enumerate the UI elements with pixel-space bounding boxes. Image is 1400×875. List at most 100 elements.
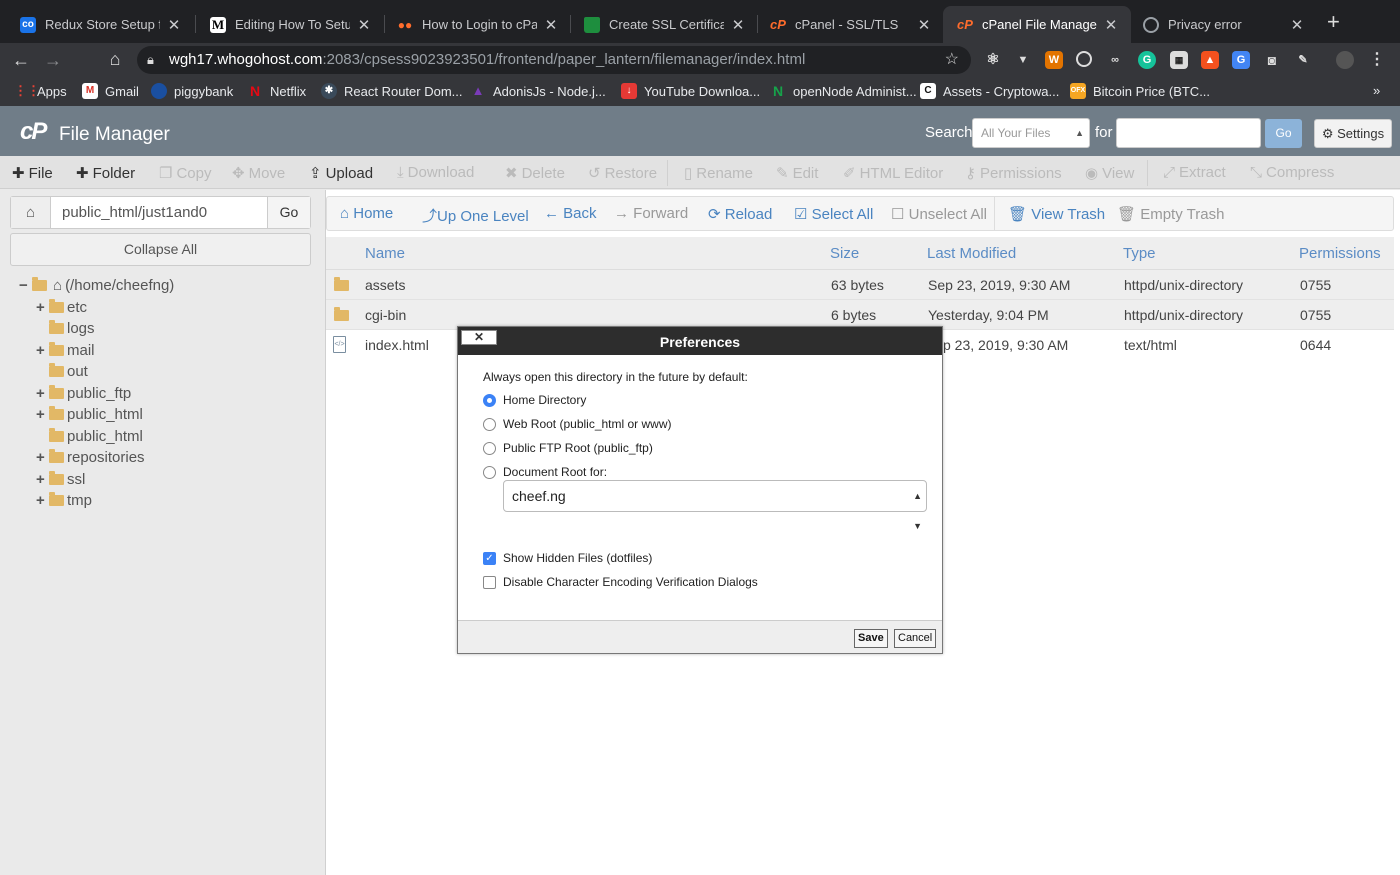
view-trash-button[interactable]: 🗑︎ View Trash [1008,205,1105,223]
close-icon[interactable]: ✕ [166,16,182,34]
star-icon[interactable]: ☆ [945,46,959,74]
settings-button[interactable]: ⚙ Settings [1314,119,1392,148]
tab-privacy-error[interactable]: Privacy error ✕ [1129,6,1317,43]
lighthouse-icon[interactable]: ▲ [1201,51,1219,69]
close-icon[interactable]: ✕ [1289,16,1305,34]
bookmark-piggybank[interactable]: piggybank [151,83,233,99]
unselect-all-button[interactable]: ☐ Unselect All [891,205,987,223]
glasses-icon[interactable]: ∞ [1106,51,1124,69]
tab-file-manager[interactable]: cP cPanel File Manager v3 ✕ [943,6,1131,43]
radio-home-directory[interactable]: Home Directory [483,393,586,407]
tree-item-public-ftp[interactable]: + public_ftp [36,385,131,402]
tree-item-logs[interactable]: logs [36,320,95,337]
new-tab-icon[interactable]: + [1327,11,1340,33]
bookmark-bitcoin-price[interactable]: OFX Bitcoin Price (BTC... [1070,83,1210,99]
plus-icon[interactable]: + [36,449,48,466]
tab-cpanel-ssl[interactable]: cP cPanel - SSL/TLS ✕ [756,6,944,43]
close-icon[interactable]: ✕ [543,16,559,34]
bookmark-opennode[interactable]: NopenNode Administ... [770,83,917,99]
vue-devtools-icon[interactable]: ▼ [1014,51,1032,69]
table-row[interactable]: assets 63 bytes Sep 23, 2019, 9:30 AM ht… [326,270,1394,300]
tree-item-public-html-link[interactable]: public_html [36,428,143,445]
tree-item-tmp[interactable]: + tmp [36,492,92,509]
plus-icon[interactable]: + [36,406,48,423]
tab-ssl-certificate[interactable]: Create SSL Certificate ✕ [570,6,758,43]
tree-item-repositories[interactable]: + repositories [36,449,145,466]
wappalyzer-icon[interactable]: W [1045,51,1063,69]
move-button[interactable]: ✥ Move [232,164,285,182]
bookmark-react-router[interactable]: ✱ React Router Dom... [321,83,463,99]
delete-button[interactable]: ✖ Delete [505,164,565,182]
plus-icon[interactable]: + [36,299,48,316]
camera-icon[interactable]: ◙ [1263,51,1281,69]
bookmarks-overflow[interactable]: » [1373,83,1380,98]
select-all-button[interactable]: ☑ Select All [794,205,873,223]
home-icon[interactable]: ⌂ [102,46,128,72]
tab-redux[interactable]: co Redux Store Setup for ✕ [6,6,194,43]
bookmark-adonisjs[interactable]: ▲ AdonisJs - Node.j... [470,83,606,99]
bookmark-youtube-downloader[interactable]: ↓ YouTube Downloa... [621,83,760,99]
bookmark-apps[interactable]: ⋮⋮ Apps [14,83,67,99]
nav-back-button[interactable]: ← Back [544,205,597,222]
tree-item-ssl[interactable]: + ssl [36,471,85,488]
search-scope-select[interactable]: All Your Files▲▼ [972,118,1090,166]
avatar[interactable] [1336,51,1354,69]
close-icon[interactable]: ✕ [1103,16,1119,34]
column-type[interactable]: Type [1123,245,1156,262]
copy-button[interactable]: ❐ Copy [159,164,211,182]
radio-button[interactable] [483,417,496,431]
bookmark-cryptowatch[interactable]: C Assets - Cryptowa... [920,83,1059,99]
edit-button[interactable]: ✎ Edit [776,164,818,182]
new-file-button[interactable]: ✚ File [12,164,53,182]
rename-button[interactable]: ▯ Rename [684,164,753,182]
reload-button[interactable]: ⟳ Reload [708,205,772,223]
compress-button[interactable]: ⤡ Compress [1250,164,1334,181]
checkbox-unchecked[interactable] [483,575,496,589]
empty-trash-button[interactable]: 🗑︎ Empty Trash [1117,205,1224,223]
column-permissions[interactable]: Permissions [1299,245,1381,262]
download-button[interactable]: ⤓ Download [397,164,474,181]
minus-icon[interactable]: − [19,277,31,294]
column-name[interactable]: Name [365,245,405,262]
radio-button[interactable] [483,393,496,407]
new-folder-button[interactable]: ✚ Folder [76,164,135,182]
back-arrow-icon[interactable]: ← [8,47,34,73]
menu-dots-icon[interactable]: ⋮ [1368,51,1386,69]
close-icon[interactable]: ✕ [916,16,932,34]
search-input[interactable] [1116,118,1261,148]
radio-public-ftp-root[interactable]: Public FTP Root (public_ftp) [483,441,653,455]
upload-button[interactable]: ⇪ Upload [309,164,373,182]
collapse-all-button[interactable]: Collapse All [10,233,311,266]
nav-home-button[interactable]: ⌂ Home [340,205,393,222]
plus-icon[interactable]: + [36,471,48,488]
bookmark-netflix[interactable]: N Netflix [247,83,306,99]
extract-button[interactable]: ⤢ Extract [1163,164,1226,181]
plus-icon[interactable]: + [36,342,48,359]
column-last-modified[interactable]: Last Modified [927,245,1016,262]
save-button[interactable]: Save [854,629,888,648]
react-devtools-icon[interactable]: ⚛ [984,51,1002,69]
disable-encoding-checkbox[interactable]: Disable Character Encoding Verification … [483,575,758,589]
show-hidden-files-checkbox[interactable]: ✓ Show Hidden Files (dotfiles) [483,551,652,565]
permissions-button[interactable]: ⚷ Permissions [965,164,1062,182]
column-size[interactable]: Size [830,245,859,262]
pen-icon[interactable]: ✎ [1294,51,1312,69]
home-icon[interactable]: ⌂ [11,197,51,228]
radio-document-root[interactable]: Document Root for: [483,465,607,479]
view-button[interactable]: ◉ View [1085,164,1134,182]
tab-medium[interactable]: M Editing How To Setup ✕ [196,6,384,43]
radio-button[interactable] [483,441,496,455]
nav-forward-button[interactable]: → Forward [614,205,688,222]
tree-item-out[interactable]: out [36,363,88,380]
path-input[interactable]: public_html/just1and0 [62,204,207,221]
tree-item-public-html[interactable]: + public_html [36,406,143,423]
search-go-button[interactable]: Go [1265,119,1302,148]
close-icon[interactable]: ✕ [730,16,746,34]
close-icon[interactable]: ✕ [356,16,372,34]
cancel-button[interactable]: Cancel [894,629,937,648]
target-icon[interactable] [1076,51,1092,67]
forward-arrow-icon[interactable]: → [40,47,66,73]
cpanel-logo-icon[interactable]: cP [20,118,47,146]
tab-cpanel-login[interactable]: ●● How to Login to cPane ✕ [383,6,571,43]
radio-button[interactable] [483,465,496,479]
